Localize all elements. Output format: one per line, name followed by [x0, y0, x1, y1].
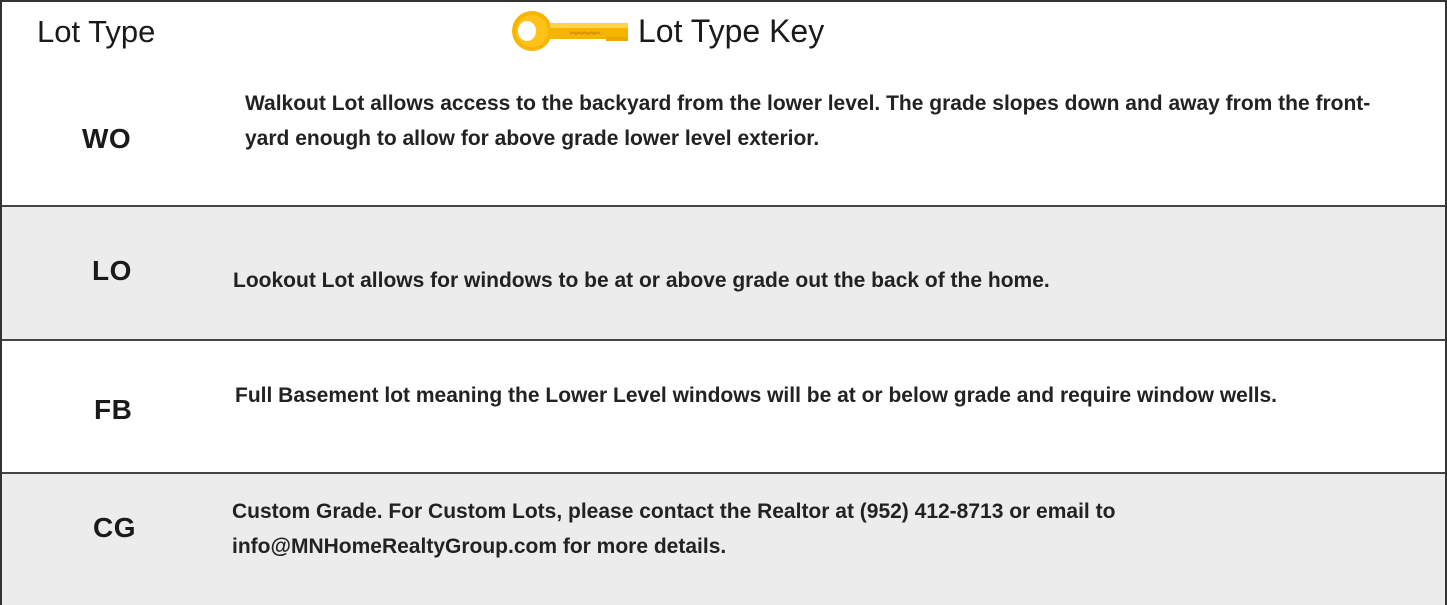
lot-code: FB	[94, 394, 133, 425]
lot-code: CG	[93, 512, 136, 543]
key-icon	[512, 11, 628, 51]
lot-code: LO	[92, 255, 132, 286]
header-title-group: Lot Type Key	[510, 8, 824, 54]
lot-code: WO	[82, 123, 132, 154]
lot-type-key-table: Lot Type Lot Type Key WO Walkout Lot all…	[0, 0, 1447, 605]
lot-row-wo: WO Walkout Lot allows access to the back…	[0, 70, 1447, 207]
page-title: Lot Type Key	[638, 13, 825, 49]
table-border-left	[0, 0, 2, 605]
lot-row-lo: LO Lookout Lot allows for windows to be …	[0, 207, 1447, 341]
lot-row-cg: CG Custom Grade. For Custom Lots, please…	[0, 474, 1447, 605]
lot-description: Custom Grade. For Custom Lots, please co…	[232, 500, 1116, 558]
lot-row-fb: FB Full Basement lot meaning the Lower L…	[0, 341, 1447, 474]
lot-type-column-header: Lot Type	[37, 14, 156, 49]
lot-description: Lookout Lot allows for windows to be at …	[233, 269, 1050, 292]
lot-description: Walkout Lot allows access to the backyar…	[245, 92, 1371, 150]
table-header: Lot Type Lot Type Key	[0, 0, 1447, 72]
lot-description: Full Basement lot meaning the Lower Leve…	[235, 384, 1278, 407]
table-border-top	[0, 0, 1447, 2]
